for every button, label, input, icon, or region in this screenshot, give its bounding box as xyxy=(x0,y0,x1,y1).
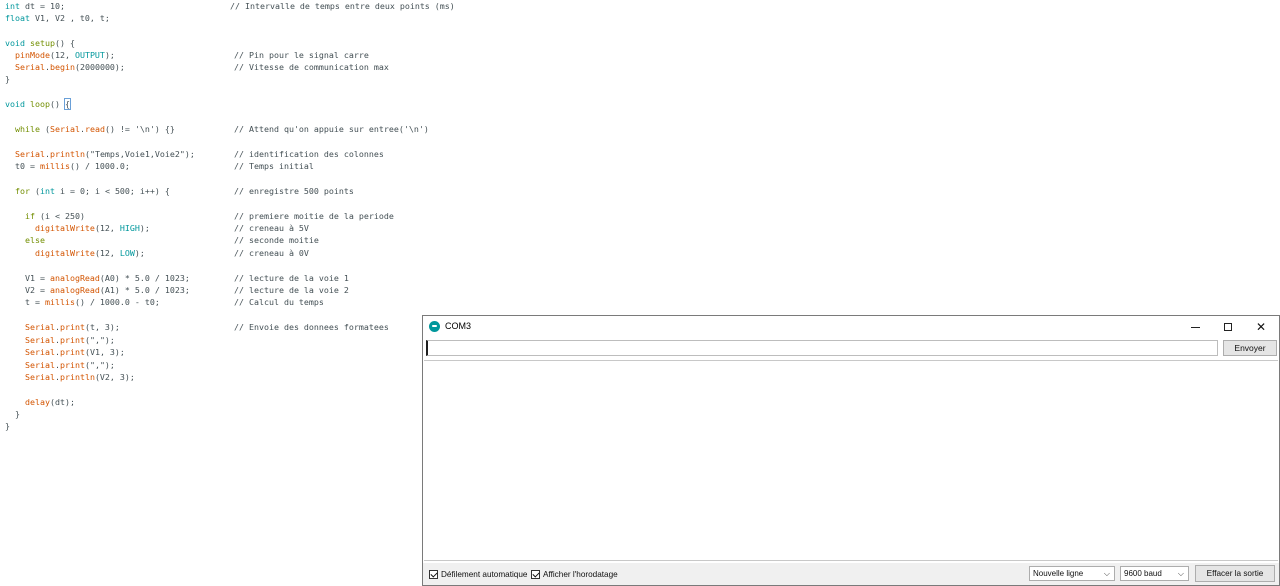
status-bar: Défilement automatique Afficher l'horoda… xyxy=(423,563,1279,585)
code-line: float V1, V2 , t0, t; xyxy=(5,13,110,23)
serial-send-input[interactable] xyxy=(426,340,1218,356)
code-line: Serial.begin(2000000); xyxy=(15,62,125,72)
code-comment: // lecture de la voie 1 xyxy=(234,273,349,283)
code-comment: // lecture de la voie 2 xyxy=(234,285,349,295)
code-line: Serial.print(V1, 3); xyxy=(24,347,125,357)
code-line: while (Serial.read() != '\n') {} xyxy=(15,124,175,134)
code-comment: // Vitesse de communication max xyxy=(234,62,389,72)
code-line: digitalWrite(12, HIGH); xyxy=(34,223,150,233)
code-comment: // Temps initial xyxy=(234,161,314,171)
code-line: Serial.println("Temps,Voie1,Voie2"); xyxy=(15,149,195,159)
close-button[interactable]: ✕ xyxy=(1244,316,1278,338)
code-line: else xyxy=(24,235,45,245)
code-line: int dt = 10; xyxy=(5,1,65,11)
minimize-icon xyxy=(1190,326,1200,328)
chevron-down-icon: ⌵ xyxy=(1103,569,1110,578)
code-line: if (i < 250) xyxy=(24,211,85,221)
code-line: t0 = millis() / 1000.0; xyxy=(5,161,130,171)
checkbox-checked-icon xyxy=(531,569,540,579)
code-comment: // Envoie des donnees formatees xyxy=(234,322,389,332)
code-line: Serial.print(t, 3); xyxy=(24,322,120,332)
code-comment: // identification des colonnes xyxy=(234,149,384,159)
title-bar[interactable]: COM3 ✕ xyxy=(423,316,1279,338)
baud-rate-select[interactable]: 9600 baud ⌵ xyxy=(1120,566,1189,581)
code-comment: // seconde moitie xyxy=(234,235,319,245)
serial-output-area[interactable] xyxy=(424,360,1278,561)
code-line: void setup() { xyxy=(5,38,75,48)
chevron-down-icon: ⌵ xyxy=(1177,569,1184,578)
code-line: V1 = analogRead(A0) * 5.0 / 1023; xyxy=(5,273,190,283)
code-line: V2 = analogRead(A1) * 5.0 / 1023; xyxy=(5,285,190,295)
line-ending-value: Nouvelle ligne xyxy=(1033,569,1084,578)
code-comment: // creneau à 5V xyxy=(234,223,309,233)
code-comment: // creneau à 0V xyxy=(234,248,309,258)
code-comment: // Calcul du temps xyxy=(234,297,324,307)
clear-output-button[interactable]: Effacer la sortie xyxy=(1195,565,1275,582)
code-line: t = millis() / 1000.0 - t0; xyxy=(5,297,160,307)
autoscroll-checkbox[interactable]: Défilement automatique xyxy=(429,568,527,580)
code-line: digitalWrite(12, LOW); xyxy=(34,248,145,258)
matched-brace: { xyxy=(63,98,71,110)
code-line: pinMode(12, OUTPUT); xyxy=(15,50,115,60)
code-line: } xyxy=(5,409,20,419)
code-line: void loop() { xyxy=(5,98,71,110)
autoscroll-label: Défilement automatique xyxy=(441,569,528,579)
code-comment: // enregistre 500 points xyxy=(234,186,354,196)
code-comment: // Intervalle de temps entre deux points… xyxy=(230,1,455,11)
code-line: delay(dt); xyxy=(24,397,75,407)
window-title: COM3 xyxy=(445,321,472,331)
code-comment: // Pin pour le signal carre xyxy=(234,50,369,60)
code-comment: // Attend qu'on appuie sur entree('\n') xyxy=(234,124,429,134)
baud-rate-value: 9600 baud xyxy=(1124,569,1162,578)
minimize-button[interactable] xyxy=(1178,316,1212,338)
arduino-icon xyxy=(429,321,440,332)
maximize-button[interactable] xyxy=(1211,316,1245,338)
code-line: Serial.print(","); xyxy=(24,360,115,370)
send-button[interactable]: Envoyer xyxy=(1223,340,1277,356)
line-ending-select[interactable]: Nouvelle ligne ⌵ xyxy=(1029,566,1115,581)
code-line: Serial.print(","); xyxy=(24,335,115,345)
checkbox-checked-icon xyxy=(429,569,438,579)
code-line: } xyxy=(5,421,10,431)
send-row: Envoyer xyxy=(426,340,1277,358)
code-line: } xyxy=(5,74,10,84)
code-line: for (int i = 0; i < 500; i++) { xyxy=(15,186,170,196)
code-comment: // premiere moitie de la periode xyxy=(234,211,394,221)
close-icon: ✕ xyxy=(1255,320,1267,334)
timestamp-checkbox[interactable]: Afficher l'horodatage xyxy=(531,568,618,580)
code-line: Serial.println(V2, 3); xyxy=(24,372,135,382)
timestamp-label: Afficher l'horodatage xyxy=(543,569,618,579)
serial-monitor-window: COM3 ✕ Envoyer Défilement automatique Af… xyxy=(422,315,1280,586)
maximize-icon xyxy=(1224,323,1232,331)
